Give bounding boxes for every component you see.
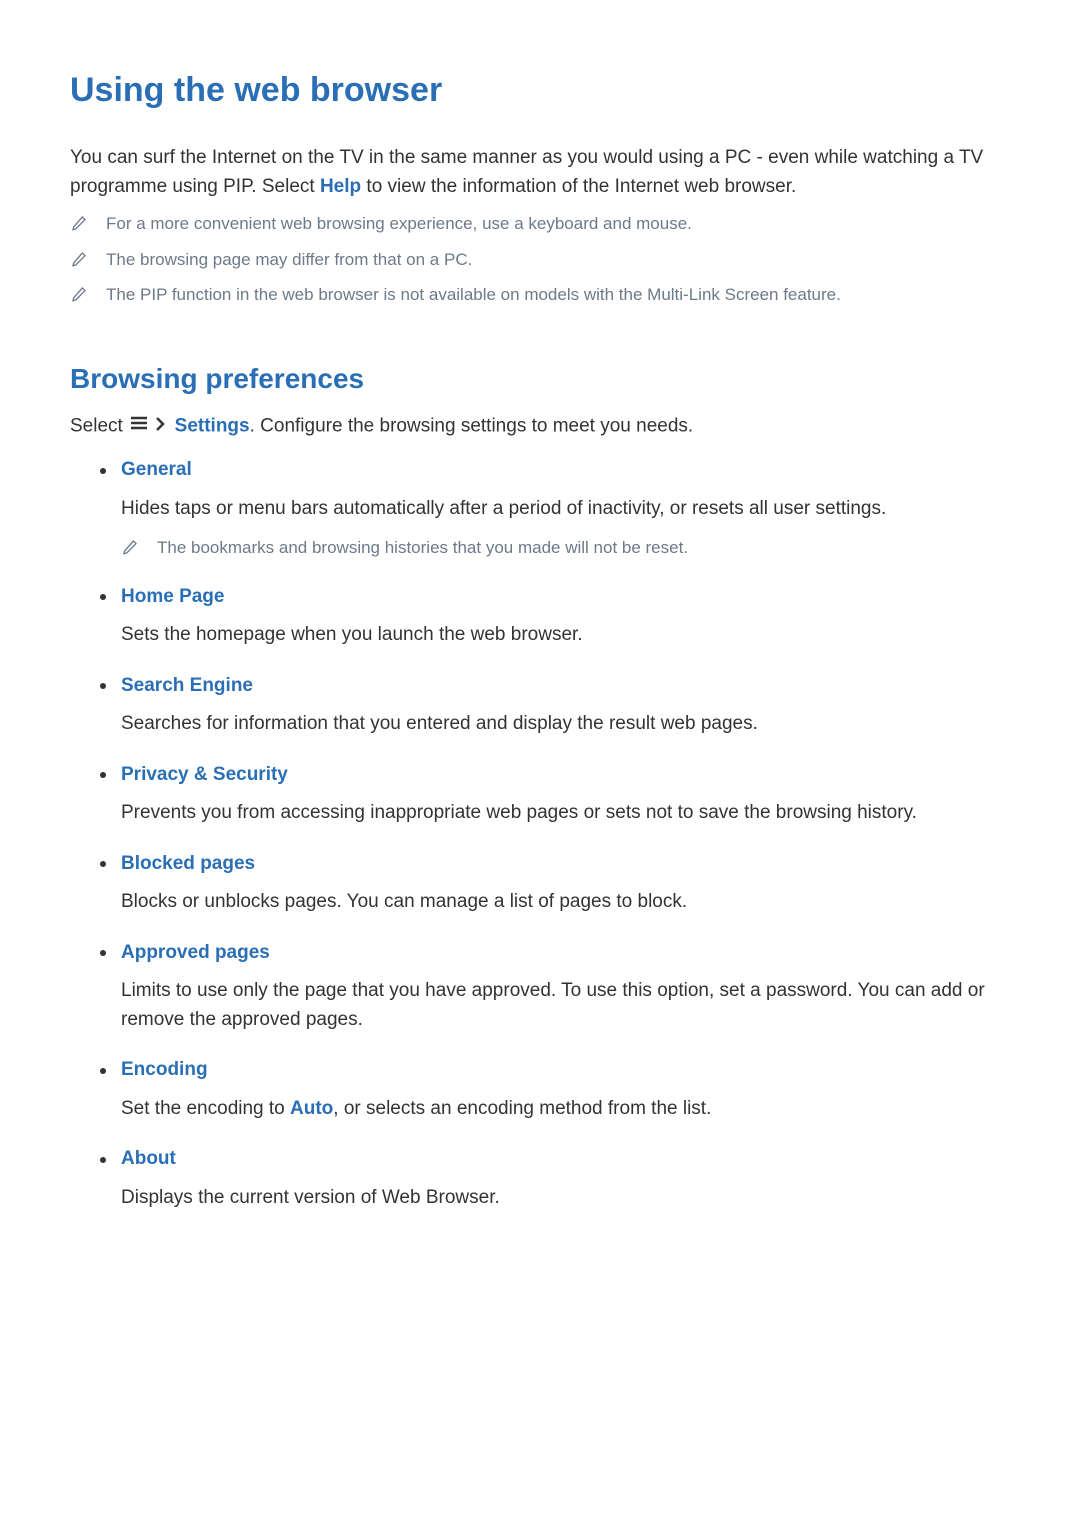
pref-description: Set the encoding to Auto, or selects an … <box>121 1095 1010 1124</box>
pref-note: The bookmarks and browsing histories tha… <box>121 535 1010 561</box>
preferences-list: General Hides taps or menu bars automati… <box>70 456 1010 1212</box>
encoding-auto-highlight: Auto <box>290 1098 333 1119</box>
bullet-icon <box>100 1157 106 1163</box>
pref-item-general: General Hides taps or menu bars automati… <box>100 456 1010 561</box>
pencil-icon <box>70 249 88 269</box>
pref-description: Hides taps or menu bars automatically af… <box>121 495 1010 524</box>
pref-description: Sets the homepage when you launch the we… <box>121 621 1010 650</box>
settings-link[interactable]: Settings <box>175 415 250 436</box>
pref-title: Encoding <box>121 1056 208 1085</box>
notes-section: For a more convenient web browsing exper… <box>70 211 1010 308</box>
pref-item-search-engine: Search Engine Searches for information t… <box>100 672 1010 739</box>
pref-description: Searches for information that you entere… <box>121 710 1010 739</box>
note-item: The browsing page may differ from that o… <box>70 247 1010 273</box>
note-text: For a more convenient web browsing exper… <box>106 211 692 237</box>
pref-item-about: About Displays the current version of We… <box>100 1145 1010 1212</box>
bullet-icon <box>100 772 106 778</box>
settings-text-post: . Configure the browsing settings to mee… <box>250 415 694 436</box>
settings-instruction: Select Settings. Configure the browsing … <box>70 412 1010 441</box>
pref-title: General <box>121 456 192 485</box>
pref-description: Limits to use only the page that you hav… <box>121 977 1010 1034</box>
intro-paragraph: You can surf the Internet on the TV in t… <box>70 144 1010 201</box>
pref-title: Blocked pages <box>121 850 255 879</box>
pref-title: About <box>121 1145 176 1174</box>
note-item: The PIP function in the web browser is n… <box>70 282 1010 308</box>
pref-title: Search Engine <box>121 672 253 701</box>
pref-title: Approved pages <box>121 939 270 968</box>
intro-text-post: to view the information of the Internet … <box>361 176 796 197</box>
pref-item-approved-pages: Approved pages Limits to use only the pa… <box>100 939 1010 1035</box>
bullet-icon <box>100 861 106 867</box>
bullet-icon <box>100 683 106 689</box>
bullet-icon <box>100 468 106 474</box>
hamburger-icon <box>130 411 148 440</box>
pref-item-privacy-security: Privacy & Security Prevents you from acc… <box>100 761 1010 828</box>
pref-item-blocked-pages: Blocked pages Blocks or unblocks pages. … <box>100 850 1010 917</box>
note-text: The PIP function in the web browser is n… <box>106 282 841 308</box>
pref-item-home-page: Home Page Sets the homepage when you lau… <box>100 583 1010 650</box>
help-link[interactable]: Help <box>320 176 361 197</box>
section-title-browsing-preferences: Browsing preferences <box>70 358 1010 400</box>
encoding-desc-post: , or selects an encoding method from the… <box>333 1098 711 1119</box>
pencil-icon <box>70 213 88 233</box>
bullet-icon <box>100 1068 106 1074</box>
pref-title: Privacy & Security <box>121 761 288 790</box>
chevron-right-icon <box>153 413 167 442</box>
pencil-icon <box>121 537 139 557</box>
pref-description: Blocks or unblocks pages. You can manage… <box>121 888 1010 917</box>
pref-title: Home Page <box>121 583 224 612</box>
pref-description: Prevents you from accessing inappropriat… <box>121 799 1010 828</box>
pencil-icon <box>70 284 88 304</box>
note-text: The browsing page may differ from that o… <box>106 247 472 273</box>
settings-text-pre: Select <box>70 415 128 436</box>
pref-item-encoding: Encoding Set the encoding to Auto, or se… <box>100 1056 1010 1123</box>
encoding-desc-pre: Set the encoding to <box>121 1098 290 1119</box>
bullet-icon <box>100 950 106 956</box>
note-item: For a more convenient web browsing exper… <box>70 211 1010 237</box>
page-title: Using the web browser <box>70 65 1010 116</box>
note-text: The bookmarks and browsing histories tha… <box>157 535 688 561</box>
bullet-icon <box>100 594 106 600</box>
pref-description: Displays the current version of Web Brow… <box>121 1184 1010 1213</box>
